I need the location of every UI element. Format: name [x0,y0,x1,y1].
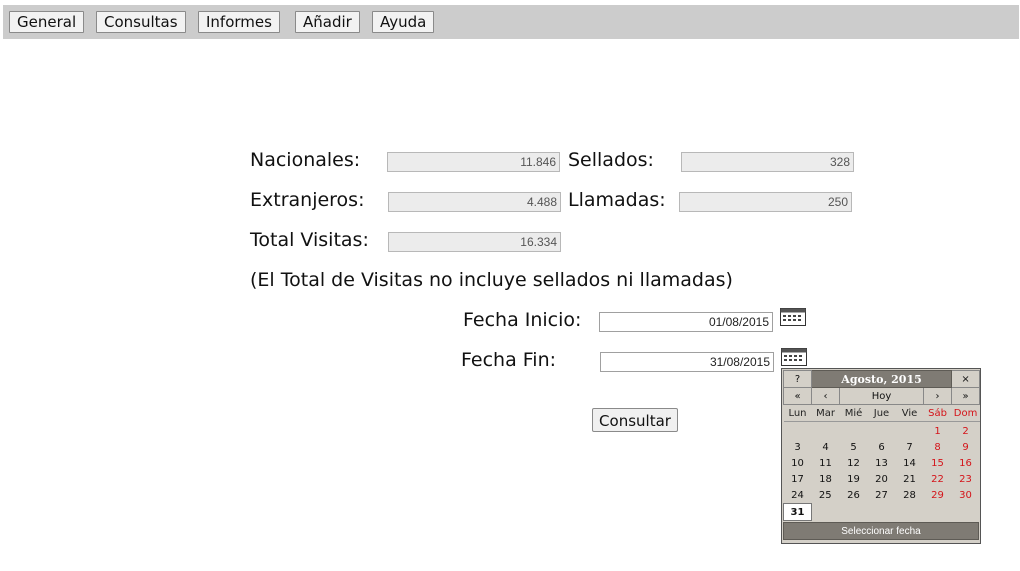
calendar-day[interactable]: 23 [952,471,980,487]
llamadas-label: Llamadas: [568,189,666,211]
calendar-day[interactable]: 11 [812,455,840,471]
calendar-day[interactable]: 2 [952,423,980,439]
calendar-day[interactable]: 20 [868,471,896,487]
calendar-empty-cell [924,504,952,521]
calendar-popup: ? Agosto, 2015 × « ‹ Hoy › » Lun Mar Mié… [781,368,981,544]
calendar-empty-cell [784,423,812,439]
calendar-month-title: Agosto, 2015 [810,370,953,388]
calendar-empty-cell [812,423,840,439]
calendar-empty-cell [952,504,980,521]
calendar-help-button[interactable]: ? [783,370,812,388]
calendar-icon[interactable] [780,308,806,326]
consultar-button[interactable]: Consultar [592,408,678,432]
calendar-day[interactable]: 16 [952,455,980,471]
calendar-day[interactable]: 24 [784,487,812,504]
calendar-empty-cell [896,423,924,439]
calendar-next-month-button[interactable]: › [922,387,953,405]
calendar-day[interactable]: 17 [784,471,812,487]
fecha-inicio-label: Fecha Inicio: [463,309,582,331]
calendar-day[interactable]: 28 [896,487,924,504]
calendar-day[interactable]: 6 [868,439,896,455]
calendar-empty-cell [840,504,868,521]
calendar-footer: Seleccionar fecha [783,522,979,540]
total-visitas-label: Total Visitas: [250,229,369,251]
calendar-day[interactable]: 26 [840,487,868,504]
calendar-weekday: Lun [783,404,812,422]
calendar-next-year-button[interactable]: » [951,387,981,405]
calendar-prev-month-button[interactable]: ‹ [811,387,840,405]
calendar-weekday: Sáb [923,404,952,422]
calendar-day[interactable]: 14 [896,455,924,471]
calendar-day[interactable]: 9 [952,439,980,455]
calendar-close-button[interactable]: × [951,370,981,388]
calendar-day[interactable]: 29 [924,487,952,504]
calendar-day[interactable]: 3 [784,439,812,455]
menu-anadir-button[interactable]: Añadir [295,11,360,33]
calendar-day[interactable]: 12 [840,455,868,471]
calendar-weekday: Dom [951,404,980,422]
menu-informes-button[interactable]: Informes [198,11,280,33]
sellados-label: Sellados: [568,149,654,171]
fecha-fin-input[interactable]: 31/08/2015 [600,352,774,372]
menu-general-button[interactable]: General [9,11,85,33]
menu-ayuda-button[interactable]: Ayuda [372,11,435,33]
menu-consultas-button[interactable]: Consultas [96,11,186,33]
nacionales-label: Nacionales: [250,149,361,171]
calendar-day[interactable]: 25 [812,487,840,504]
calendar-day[interactable]: 10 [784,455,812,471]
nacionales-field: 11.846 [387,152,560,172]
calendar-icon[interactable] [781,348,807,366]
calendar-day[interactable]: 31 [783,503,812,521]
calendar-prev-year-button[interactable]: « [783,387,812,405]
calendar-day[interactable]: 5 [840,439,868,455]
calendar-empty-cell [812,504,840,521]
calendar-day[interactable]: 22 [924,471,952,487]
calendar-day[interactable]: 1 [924,423,952,439]
calendar-empty-cell [840,423,868,439]
calendar-day[interactable]: 8 [924,439,952,455]
calendar-weekday: Jue [867,404,896,422]
fecha-fin-label: Fecha Fin: [461,349,557,371]
total-note: (El Total de Visitas no incluye sellados… [250,269,733,291]
calendar-weekday: Mar [811,404,840,422]
calendar-empty-cell [868,504,896,521]
sellados-field: 328 [681,152,854,172]
calendar-empty-cell [868,423,896,439]
calendar-weekday: Vie [895,404,924,422]
calendar-day[interactable]: 19 [840,471,868,487]
fecha-inicio-input[interactable]: 01/08/2015 [599,312,773,332]
llamadas-field: 250 [679,192,852,212]
calendar-day[interactable]: 7 [896,439,924,455]
calendar-day[interactable]: 13 [868,455,896,471]
extranjeros-label: Extranjeros: [250,189,365,211]
calendar-weekday: Mié [839,404,868,422]
calendar-day[interactable]: 21 [896,471,924,487]
extranjeros-field: 4.488 [388,192,561,212]
calendar-days-grid: 1 2 3 4 5 6 7 8 9 10 11 12 13 14 15 16 17 18 19 20 21 22 23 24 2… [783,423,980,521]
calendar-day[interactable]: 30 [952,487,980,504]
calendar-day[interactable]: 4 [812,439,840,455]
calendar-day[interactable]: 27 [868,487,896,504]
calendar-day[interactable]: 18 [812,471,840,487]
calendar-today-button[interactable]: Hoy [839,387,924,405]
total-visitas-field: 16.334 [388,232,561,252]
calendar-day[interactable]: 15 [924,455,952,471]
calendar-empty-cell [896,504,924,521]
top-menu-bar: General Consultas Informes Añadir Ayuda [3,5,1019,39]
